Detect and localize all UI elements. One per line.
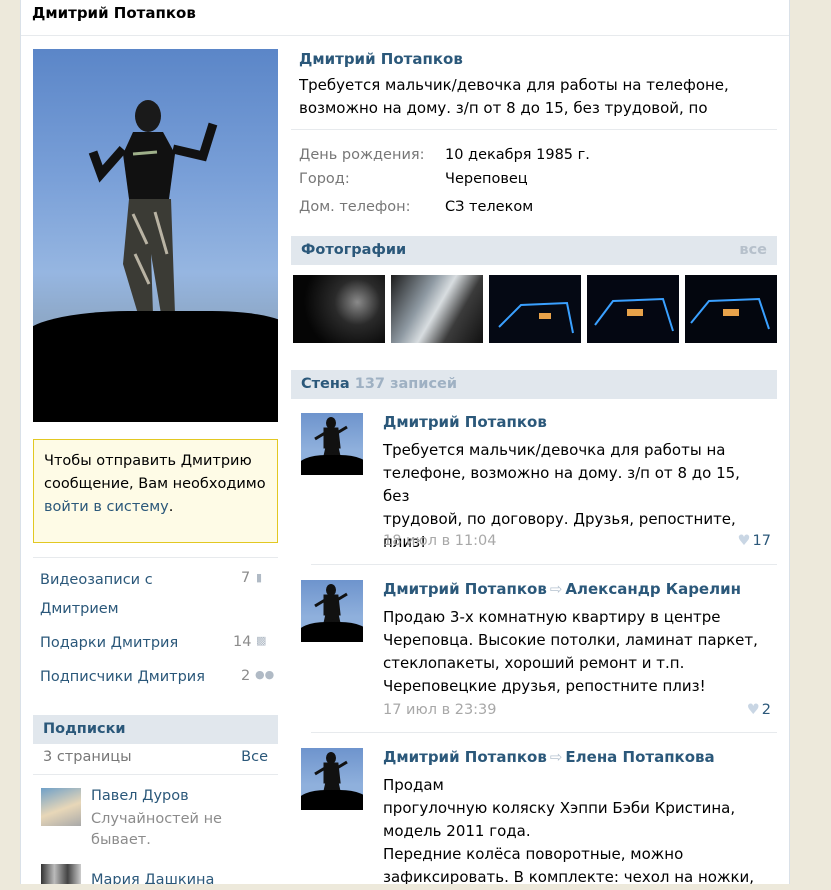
photo-thumbnail[interactable] xyxy=(489,275,581,343)
info-label: День рождения: xyxy=(299,147,425,163)
sidebar-item-gifts[interactable]: Подарки Дмитрия xyxy=(40,629,178,658)
info-birthday: День рождения: 10 декабря 1985 г. xyxy=(299,145,590,165)
login-link[interactable]: войти в систему xyxy=(44,499,169,515)
sidebar-item-label: Видеозаписи с xyxy=(40,572,153,588)
wall-post: Дмитрий Потапков ⇨ Елена Потапкова Продам … xyxy=(291,748,777,884)
avatar-ground xyxy=(301,622,363,642)
subscription-name[interactable]: Мария Дашкина xyxy=(91,872,214,884)
post-likes[interactable]: ♥ 2 xyxy=(747,702,771,718)
gifts-count: 14 xyxy=(233,634,252,650)
photo-dashboard-glow xyxy=(690,297,770,330)
info-value[interactable]: 10 декабря 1985 г. xyxy=(445,147,590,163)
repost-icon: ⇨ xyxy=(549,580,563,598)
post-author-name[interactable]: Дмитрий Потапков xyxy=(383,580,547,598)
video-icon: ▮ xyxy=(256,571,263,584)
wall-count: 137 записей xyxy=(354,376,458,392)
post-author-name[interactable]: Дмитрий Потапков xyxy=(383,413,547,431)
likes-count: 2 xyxy=(761,702,771,718)
login-prompt-end: . xyxy=(168,499,174,515)
wall-post: Дмитрий Потапков ⇨ Александр Карелин Прода… xyxy=(291,580,777,730)
profile-avatar[interactable] xyxy=(33,49,278,422)
photo-dashboard-glow xyxy=(498,301,574,334)
people-icon: ●● xyxy=(255,668,275,681)
profile-status: Требуется мальчик/девочка для работы на … xyxy=(299,76,729,124)
post-author-name[interactable]: Дмитрий Потапков xyxy=(383,748,547,766)
wall-header[interactable]: Стена 137 записей xyxy=(291,370,777,399)
profile-page: Дмитрий Потапков Чтобы отправить Дмитрию… xyxy=(20,0,790,884)
login-prompt-text: Чтобы отправить Дмитрию сообщение, Вам н… xyxy=(44,453,266,492)
subscription-name[interactable]: Павел Дуров xyxy=(91,788,189,804)
post-avatar[interactable] xyxy=(301,413,363,475)
page-header: Дмитрий Потапков xyxy=(21,0,789,36)
info-city: Город: Череповец xyxy=(299,169,528,189)
divider xyxy=(311,732,777,733)
info-label: Город: xyxy=(299,171,350,187)
person-silhouette xyxy=(88,100,218,314)
post-author[interactable]: Дмитрий Потапков xyxy=(383,413,547,431)
avatar-ground xyxy=(33,311,278,422)
avatar xyxy=(41,788,81,826)
subscriptions-title: Подписки xyxy=(43,721,126,737)
subscriptions-count: 3 страницы xyxy=(43,749,132,765)
post-date[interactable]: 18 июл в 11:04 xyxy=(383,533,497,549)
avatar xyxy=(41,864,81,884)
post-text: Продаю 3-х комнатную квартиру в центре Ч… xyxy=(383,608,758,695)
post-repost-source[interactable]: Елена Потапкова xyxy=(565,748,714,766)
post-likes[interactable]: ♥ 17 xyxy=(738,533,771,549)
info-label: Дом. телефон: xyxy=(299,199,411,215)
wall-title: Стена xyxy=(301,376,350,392)
subscriptions-summary: 3 страницы Все xyxy=(33,745,278,775)
post-avatar[interactable] xyxy=(301,748,363,810)
gift-icon: ▩ xyxy=(256,634,267,647)
avatar-ground xyxy=(301,455,363,475)
photo-dashboard-glow xyxy=(594,297,674,332)
repost-icon: ⇨ xyxy=(549,748,563,766)
info-value[interactable]: Череповец xyxy=(445,171,528,187)
photo-thumbnail[interactable] xyxy=(391,275,483,343)
post-repost-source[interactable]: Александр Карелин xyxy=(565,580,741,598)
sidebar-item-label: Дмитрием xyxy=(40,601,119,617)
photos-all-link[interactable]: все xyxy=(739,242,767,258)
post-avatar[interactable] xyxy=(301,580,363,642)
divider xyxy=(291,129,777,130)
photo-thumbnail[interactable] xyxy=(587,275,679,343)
photo-thumbnail[interactable] xyxy=(685,275,777,343)
likes-count: 17 xyxy=(752,533,771,549)
profile-name[interactable]: Дмитрий Потапков xyxy=(299,50,463,68)
post-text: Продам прогулочную коляску Хэппи Бэби Кр… xyxy=(383,776,755,884)
avatar-ground xyxy=(301,790,363,810)
subscriptions-header[interactable]: Подписки xyxy=(33,715,278,744)
subscriptions-all-link[interactable]: Все xyxy=(241,749,268,765)
post-date[interactable]: 17 июл в 23:39 xyxy=(383,702,497,718)
page-title: Дмитрий Потапков xyxy=(32,4,196,22)
wall-post: Дмитрий Потапков Требуется мальчик/девоч… xyxy=(291,413,777,563)
photos-title: Фотографии xyxy=(301,242,407,258)
photo-thumbnail[interactable] xyxy=(293,275,385,343)
photos-header[interactable]: Фотографии все xyxy=(291,236,777,265)
divider xyxy=(311,564,777,565)
info-phone: Дом. телефон: СЗ телеком xyxy=(299,197,533,217)
sidebar-item-videos[interactable]: Видеозаписи с Дмитрием xyxy=(40,566,153,624)
sidebar-item-followers[interactable]: Подписчики Дмитрия xyxy=(40,663,205,692)
info-value: СЗ телеком xyxy=(445,199,534,215)
login-prompt: Чтобы отправить Дмитрию сообщение, Вам н… xyxy=(33,439,278,543)
heart-icon: ♥ xyxy=(737,533,751,549)
heart-icon: ♥ xyxy=(746,702,760,718)
divider xyxy=(33,557,278,558)
subscription-subtitle: Случайностей не бывает. xyxy=(91,811,222,848)
post-author[interactable]: Дмитрий Потапков ⇨ Александр Карелин xyxy=(383,580,741,598)
post-author[interactable]: Дмитрий Потапков ⇨ Елена Потапкова xyxy=(383,748,715,766)
